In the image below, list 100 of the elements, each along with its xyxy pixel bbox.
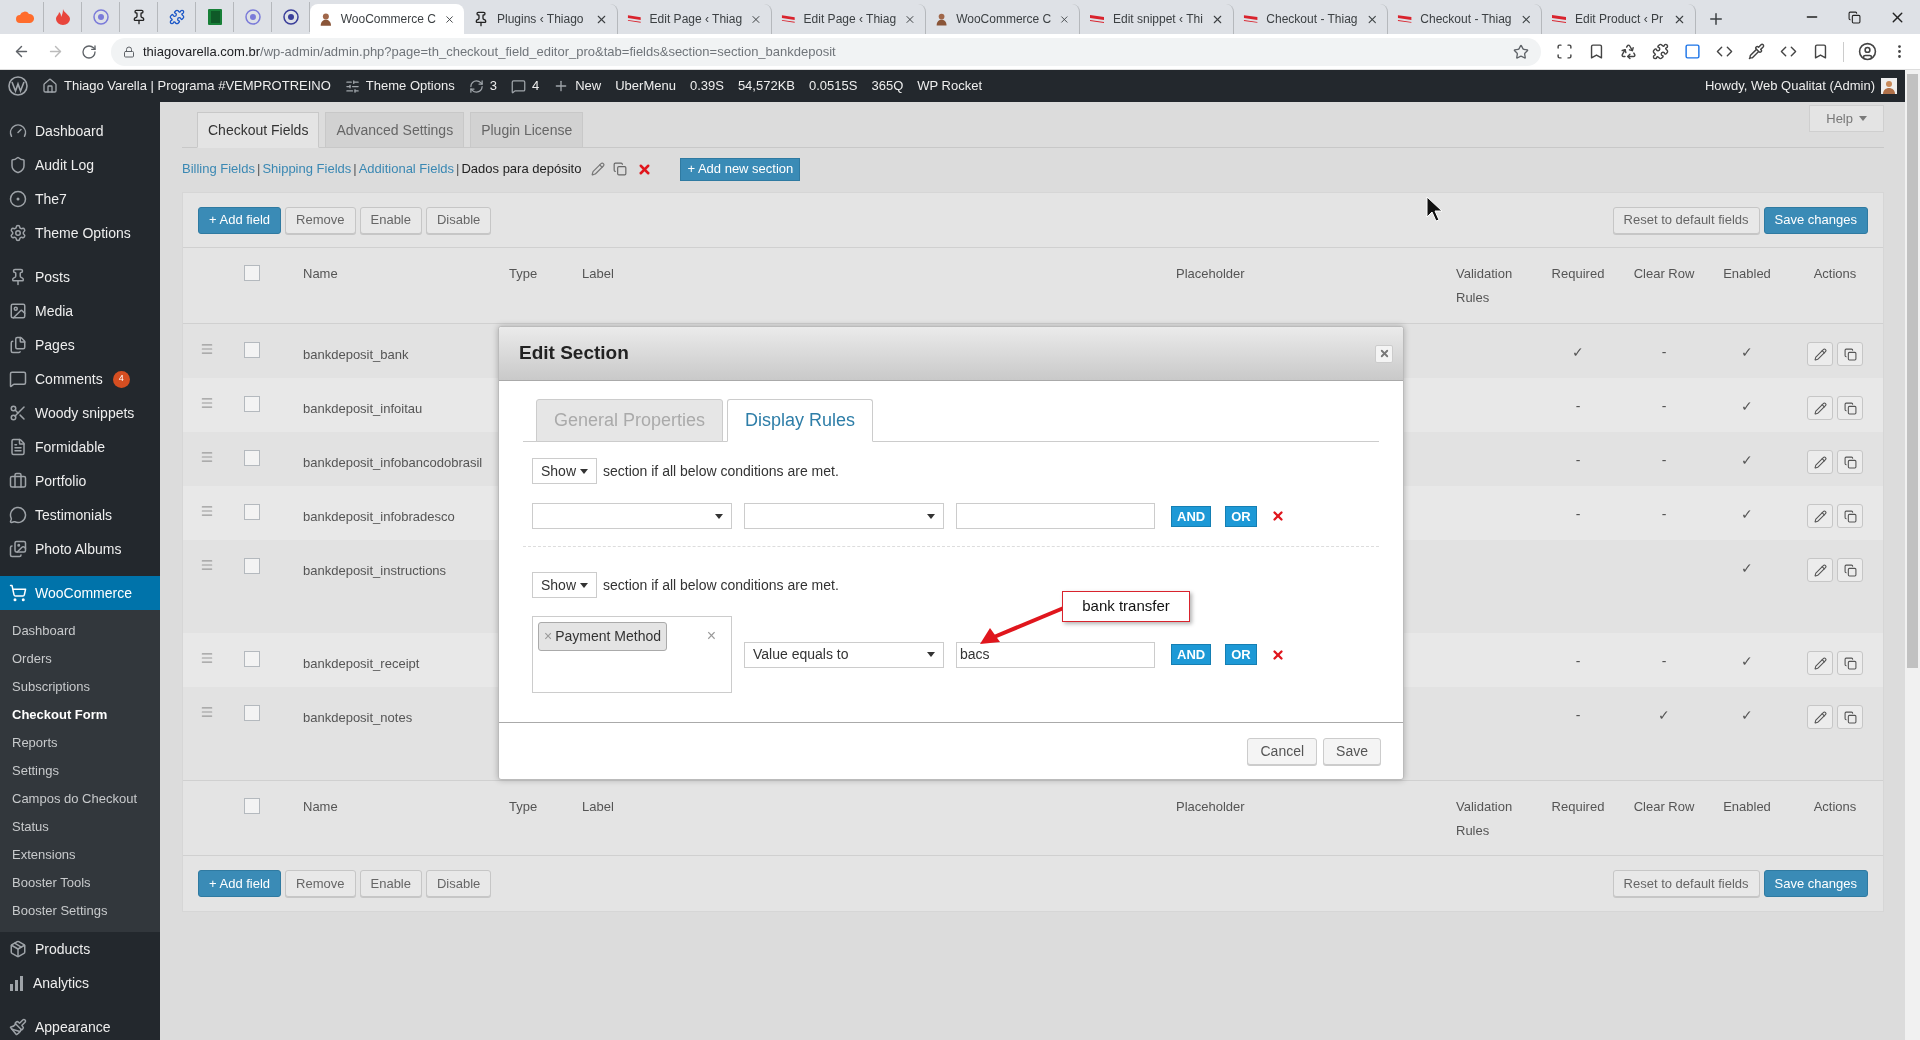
submenu-item[interactable]: Checkout Form [0, 701, 160, 729]
star-icon[interactable] [1513, 43, 1529, 60]
new-tab-icon[interactable] [1707, 10, 1725, 28]
scan-icon[interactable] [1556, 43, 1573, 60]
restore-icon[interactable] [1848, 10, 1861, 24]
copy-button[interactable] [1837, 705, 1863, 729]
sidebar-item[interactable]: Testimonials [0, 498, 160, 532]
dialog-button[interactable]: Cancel [1247, 737, 1318, 765]
sidebar-item[interactable]: Audit Log [0, 148, 160, 182]
recycle-icon[interactable] [1620, 43, 1637, 60]
admin-bar-item[interactable]: UberMenu [615, 76, 676, 96]
row-checkbox[interactable] [244, 342, 260, 358]
sidebar-item[interactable]: Pages [0, 328, 160, 362]
row-checkbox[interactable] [244, 651, 260, 667]
edit-button[interactable] [1807, 450, 1833, 474]
delete-icon[interactable] [1270, 647, 1285, 662]
value-field[interactable]: bacs [956, 641, 1155, 668]
secondary-button[interactable]: Enable [359, 206, 422, 234]
sidebar-item[interactable]: Portfolio [0, 464, 160, 498]
reload-icon[interactable] [81, 43, 97, 60]
dropdown[interactable]: Show [532, 572, 597, 598]
puzzle-icon[interactable] [1652, 43, 1669, 60]
back-icon[interactable] [13, 43, 30, 60]
secondary-button[interactable]: Reset to default fields [1612, 206, 1760, 234]
updates-link[interactable]: 3 [468, 76, 497, 96]
square-icon[interactable] [1684, 43, 1701, 60]
dialog-button[interactable]: Save [1323, 737, 1381, 765]
sidebar-item[interactable]: Products [0, 932, 160, 966]
submenu-item[interactable]: Booster Settings [0, 897, 160, 925]
admin-bar-item[interactable]: 0.39S [689, 76, 724, 96]
copy-button[interactable] [1837, 342, 1863, 366]
browser-tab[interactable]: WooCommerce C [310, 4, 464, 34]
sidebar-item[interactable]: Media [0, 294, 160, 328]
row-checkbox[interactable] [244, 504, 260, 520]
drag-handle-icon[interactable] [200, 558, 214, 572]
copy-button[interactable] [1837, 450, 1863, 474]
edit-button[interactable] [1807, 504, 1833, 528]
primary-button[interactable]: + Add field [198, 206, 282, 234]
sidebar-item[interactable]: Analytics [0, 966, 160, 1000]
drag-handle-icon[interactable] [200, 396, 214, 410]
admin-bar-item[interactable]: 0.0515S [809, 76, 858, 96]
submenu-item[interactable]: Subscriptions [0, 673, 160, 701]
row-checkbox[interactable] [244, 450, 260, 466]
help-button[interactable]: Help [1809, 105, 1884, 132]
primary-button[interactable]: Save changes [1763, 870, 1868, 897]
bookmark-icon[interactable] [1588, 43, 1605, 60]
sidebar-item[interactable]: The7 [0, 182, 160, 216]
submenu-item[interactable]: Settings [0, 757, 160, 785]
theme-options-link[interactable]: Theme Options [344, 76, 455, 96]
add-section-button[interactable]: + Add new section [680, 157, 801, 181]
copy-button[interactable] [1837, 504, 1863, 528]
row-checkbox[interactable] [244, 705, 260, 721]
admin-bar-item[interactable]: WP Rocket [917, 76, 983, 96]
sidebar-item[interactable]: Posts [0, 260, 160, 294]
sidebar-item[interactable]: WooCommerce [0, 576, 160, 610]
pencil-icon[interactable] [591, 162, 606, 176]
admin-bar-item[interactable]: 365Q [871, 76, 904, 96]
sidebar-item[interactable]: Dashboard [0, 114, 160, 148]
submenu-item[interactable]: Dashboard [0, 617, 160, 645]
drag-handle-icon[interactable] [200, 504, 214, 518]
pipette-icon[interactable] [1748, 43, 1765, 60]
primary-button[interactable]: + Add field [198, 870, 282, 897]
edit-button[interactable] [1807, 342, 1833, 366]
page-tab[interactable]: Checkout Fields [197, 112, 320, 148]
copy-button[interactable] [1837, 651, 1863, 675]
admin-bar-item[interactable]: 54,572KB [737, 76, 795, 96]
account-link[interactable]: Howdy, Web Qualitat (Admin) [1704, 76, 1875, 96]
submenu-item[interactable]: Reports [0, 729, 160, 757]
scrollbar[interactable] [1905, 70, 1920, 1040]
copy-button[interactable] [1837, 558, 1863, 582]
secondary-button[interactable]: Disable [426, 206, 492, 234]
dropdown[interactable]: Value equals to [744, 641, 944, 668]
sidebar-item[interactable]: Photo Albums [0, 532, 160, 566]
sidebar-item[interactable]: Appearance [0, 1010, 160, 1040]
submenu-item[interactable]: Status [0, 813, 160, 841]
avatar-icon[interactable] [1881, 78, 1897, 94]
drag-handle-icon[interactable] [200, 651, 214, 665]
select-all-checkbox[interactable] [244, 265, 260, 281]
section-link[interactable]: Dados para depósito [461, 159, 582, 179]
select-all-checkbox[interactable] [244, 798, 260, 814]
sidebar-item[interactable]: Comments 4 [0, 362, 160, 396]
drag-handle-icon[interactable] [200, 342, 214, 356]
wordpress-logo-icon[interactable] [8, 76, 28, 96]
value-field[interactable] [956, 503, 1155, 529]
copy-button[interactable] [1837, 396, 1863, 420]
secondary-button[interactable]: Enable [359, 870, 422, 897]
edit-button[interactable] [1807, 705, 1833, 729]
delete-icon[interactable] [1270, 509, 1285, 523]
drag-handle-icon[interactable] [200, 450, 214, 464]
page-tab[interactable]: Plugin License [470, 112, 584, 148]
new-link[interactable]: New [553, 76, 602, 96]
edit-button[interactable] [1807, 396, 1833, 420]
submenu-item[interactable]: Extensions [0, 841, 160, 869]
copy-icon[interactable] [613, 162, 628, 176]
row-checkbox[interactable] [244, 396, 260, 412]
address-field[interactable]: thiagovarella.com.br/wp-admin/admin.php?page=th_checkout_field_editor_pro&tab=fields&section=section_bankdeposit [111, 37, 1541, 66]
site-link[interactable]: Thiago Varella | Programa #VEMPROTREINO [42, 76, 331, 96]
page-tab[interactable]: Advanced Settings [325, 112, 465, 148]
dialog-tab[interactable]: Display Rules [727, 399, 874, 442]
sidebar-item[interactable]: Formidable [0, 430, 160, 464]
